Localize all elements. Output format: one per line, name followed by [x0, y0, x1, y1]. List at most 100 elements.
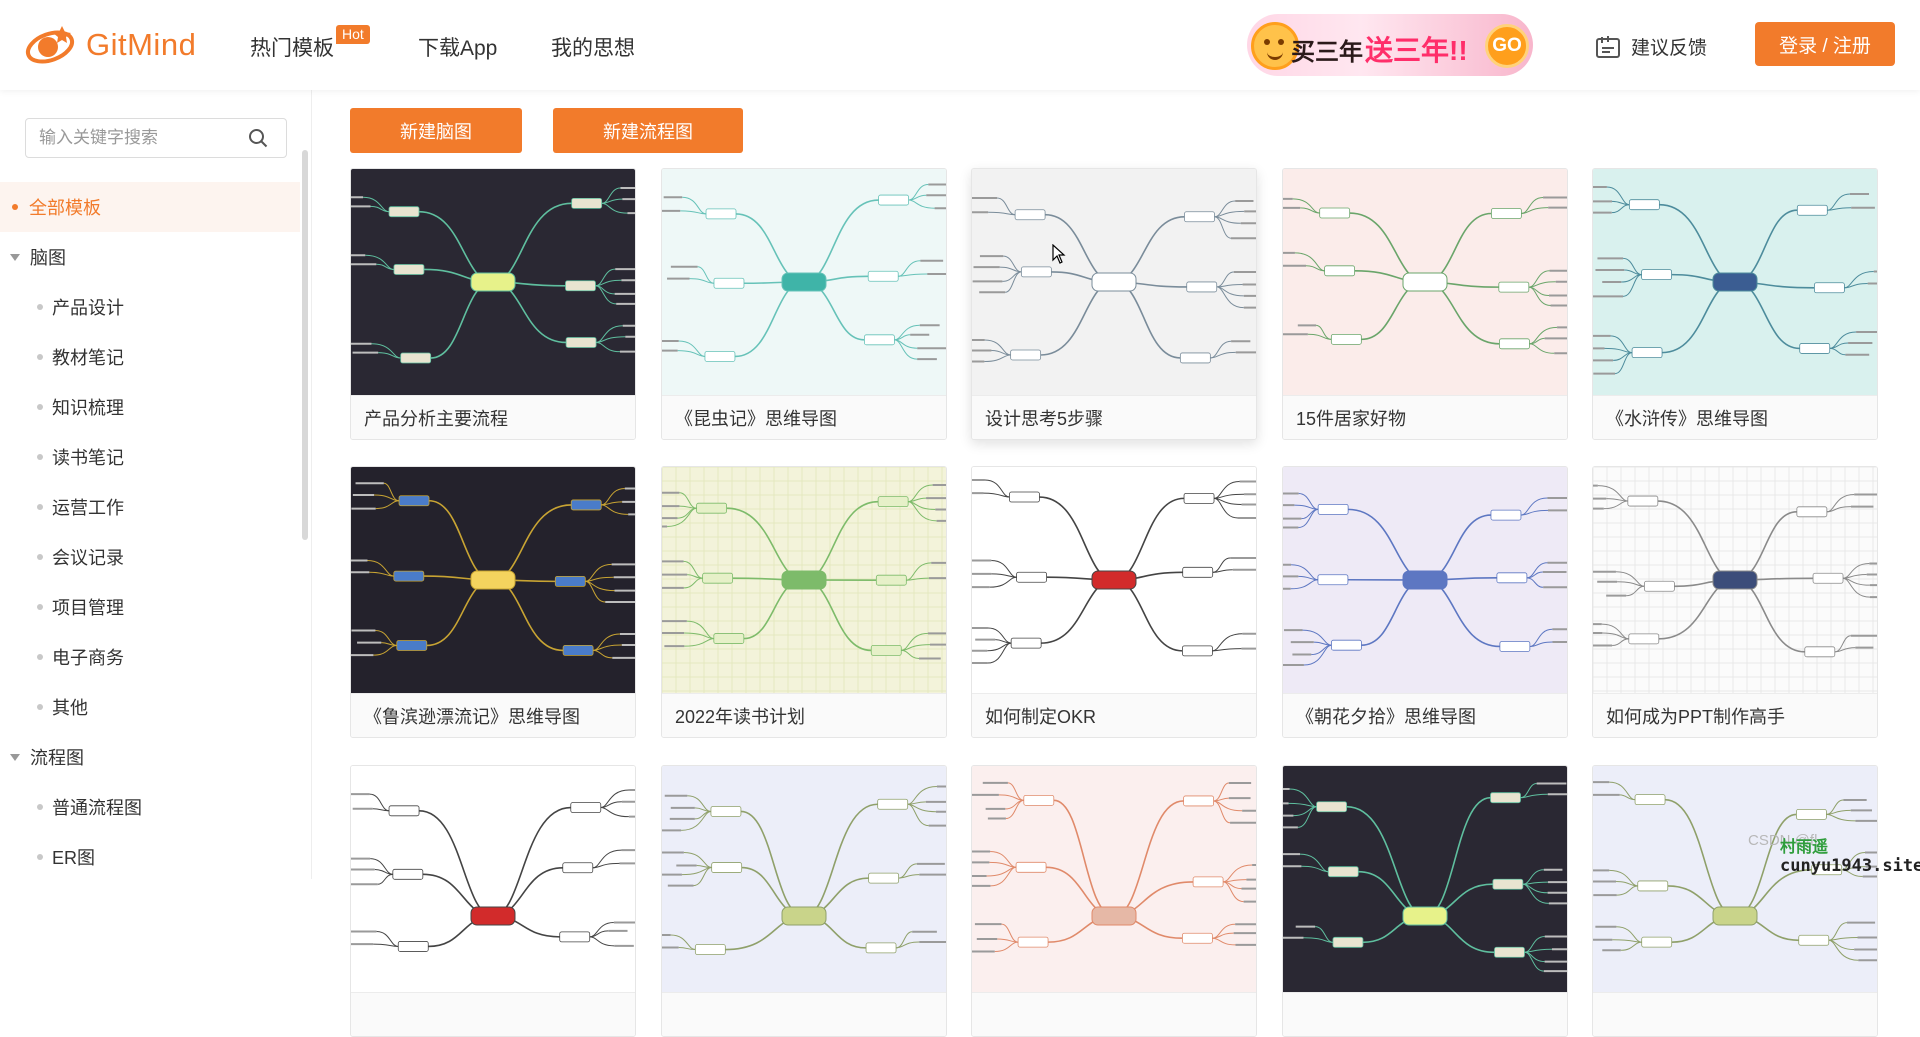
category-item-8[interactable]: 项目管理 — [0, 582, 300, 632]
promo-go-button[interactable]: GO — [1485, 24, 1529, 68]
feedback-icon — [1596, 35, 1620, 58]
template-card[interactable] — [1592, 765, 1878, 1037]
bullet-dot-icon — [37, 854, 43, 860]
feedback-link[interactable]: 建议反馈 — [1595, 33, 1707, 60]
category-item-4[interactable]: 知识梳理 — [0, 382, 300, 432]
category-group-11[interactable]: 流程图 — [0, 732, 300, 782]
template-thumbnail — [351, 766, 635, 992]
category-label: ER图 — [52, 848, 96, 868]
watermark-author: 村雨遥 — [1780, 839, 1829, 856]
category-label: 流程图 — [30, 748, 84, 768]
category-item-7[interactable]: 会议记录 — [0, 532, 300, 582]
template-thumbnail — [662, 766, 946, 992]
top-header: GitMind 热门模板 Hot 下载App 我的思想 买三年 送三年!! GO… — [0, 0, 1920, 90]
bullet-dot-icon — [12, 204, 18, 210]
category-label: 教材笔记 — [52, 348, 124, 368]
template-card[interactable] — [971, 765, 1257, 1037]
category-label: 会议记录 — [52, 548, 124, 568]
hot-badge: Hot — [336, 25, 370, 44]
category-item-12[interactable]: 普通流程图 — [0, 782, 300, 832]
category-item-0[interactable]: 全部模板 — [0, 182, 300, 232]
template-thumbnail — [1593, 169, 1877, 395]
category-label: 其他 — [52, 698, 88, 718]
promo-text-gift: 送三年!! — [1365, 35, 1468, 66]
gitmind-logo-icon — [25, 26, 75, 64]
brand-name: GitMind — [86, 27, 197, 62]
new-flowchart-button[interactable]: 新建流程图 — [553, 108, 743, 153]
bullet-dot-icon — [37, 504, 43, 510]
sidebar-scrollbar[interactable] — [302, 150, 308, 540]
template-title: 产品分析主要流程 — [351, 395, 635, 439]
nav-my-mind[interactable]: 我的思想 — [551, 32, 635, 62]
template-card[interactable]: 《鲁滨逊漂流记》思维导图 — [350, 466, 636, 738]
search-icon[interactable] — [248, 128, 268, 148]
category-item-10[interactable]: 其他 — [0, 682, 300, 732]
template-thumbnail — [662, 169, 946, 395]
bullet-dot-icon — [37, 404, 43, 410]
caret-down-icon — [10, 753, 20, 761]
nav-hot-templates[interactable]: 热门模板 — [250, 32, 334, 62]
template-card[interactable] — [350, 765, 636, 1037]
watermark-site: cunyu1943.site — [1780, 856, 1920, 876]
category-item-5[interactable]: 读书笔记 — [0, 432, 300, 482]
bullet-dot-icon — [37, 454, 43, 460]
template-card[interactable]: 15件居家好物 — [1282, 168, 1568, 440]
template-card[interactable]: 如何制定OKR — [971, 466, 1257, 738]
template-title: 《朝花夕拾》思维导图 — [1283, 693, 1567, 737]
template-thumbnail — [972, 169, 1256, 395]
sidebar: 全部模板脑图产品设计教材笔记知识梳理读书笔记运营工作会议记录项目管理电子商务其他… — [0, 90, 312, 879]
caret-down-icon — [10, 253, 20, 261]
category-label: 知识梳理 — [52, 398, 124, 418]
category-label: 电子商务 — [52, 648, 124, 668]
category-item-2[interactable]: 产品设计 — [0, 282, 300, 332]
template-title: 《鲁滨逊漂流记》思维导图 — [351, 693, 635, 737]
promo-banner[interactable]: 买三年 送三年!! GO — [1247, 14, 1533, 76]
category-label: 读书笔记 — [52, 448, 124, 468]
template-title: 设计思考5步骤 — [972, 395, 1256, 439]
bullet-dot-icon — [37, 654, 43, 660]
feedback-label: 建议反馈 — [1631, 38, 1708, 59]
template-thumbnail — [351, 467, 635, 693]
template-card[interactable]: 设计思考5步骤 — [971, 168, 1257, 440]
template-title: 如何成为PPT制作高手 — [1593, 693, 1877, 737]
search-input[interactable] — [26, 119, 246, 157]
nav-download-app[interactable]: 下载App — [418, 32, 497, 62]
category-label: 产品设计 — [52, 298, 124, 318]
template-card[interactable]: 《朝花夕拾》思维导图 — [1282, 466, 1568, 738]
search-box[interactable] — [25, 118, 287, 158]
category-item-3[interactable]: 教材笔记 — [0, 332, 300, 382]
category-label: 全部模板 — [29, 198, 101, 218]
template-title: 2022年读书计划 — [662, 693, 946, 737]
bullet-dot-icon — [37, 304, 43, 310]
template-thumbnail — [1593, 766, 1877, 992]
template-title — [1283, 992, 1567, 1036]
template-card[interactable]: 如何成为PPT制作高手 — [1592, 466, 1878, 738]
category-item-13[interactable]: ER图 — [0, 832, 300, 879]
template-thumbnail — [1283, 169, 1567, 395]
template-card[interactable]: 2022年读书计划 — [661, 466, 947, 738]
category-group-1[interactable]: 脑图 — [0, 232, 300, 282]
template-card[interactable]: 产品分析主要流程 — [350, 168, 636, 440]
template-title — [662, 992, 946, 1036]
template-thumbnail — [972, 467, 1256, 693]
template-card[interactable] — [1282, 765, 1568, 1037]
mouse-cursor-icon — [1052, 244, 1066, 264]
template-card[interactable] — [661, 765, 947, 1037]
category-label: 脑图 — [30, 248, 66, 268]
category-label: 运营工作 — [52, 498, 124, 518]
bullet-dot-icon — [37, 354, 43, 360]
category-item-6[interactable]: 运营工作 — [0, 482, 300, 532]
gitmind-logo[interactable]: GitMind — [24, 18, 196, 72]
template-thumbnail — [351, 169, 635, 395]
template-card[interactable]: 《昆虫记》思维导图 — [661, 168, 947, 440]
new-mindmap-button[interactable]: 新建脑图 — [350, 108, 522, 153]
promo-text-buy: 买三年 — [1291, 39, 1363, 66]
template-title — [351, 992, 635, 1036]
template-thumbnail — [1593, 467, 1877, 693]
bullet-dot-icon — [37, 704, 43, 710]
category-item-9[interactable]: 电子商务 — [0, 632, 300, 682]
template-card[interactable]: 《水浒传》思维导图 — [1592, 168, 1878, 440]
template-thumbnail — [1283, 467, 1567, 693]
template-thumbnail — [972, 766, 1256, 992]
login-register-button[interactable]: 登录 / 注册 — [1755, 22, 1895, 66]
